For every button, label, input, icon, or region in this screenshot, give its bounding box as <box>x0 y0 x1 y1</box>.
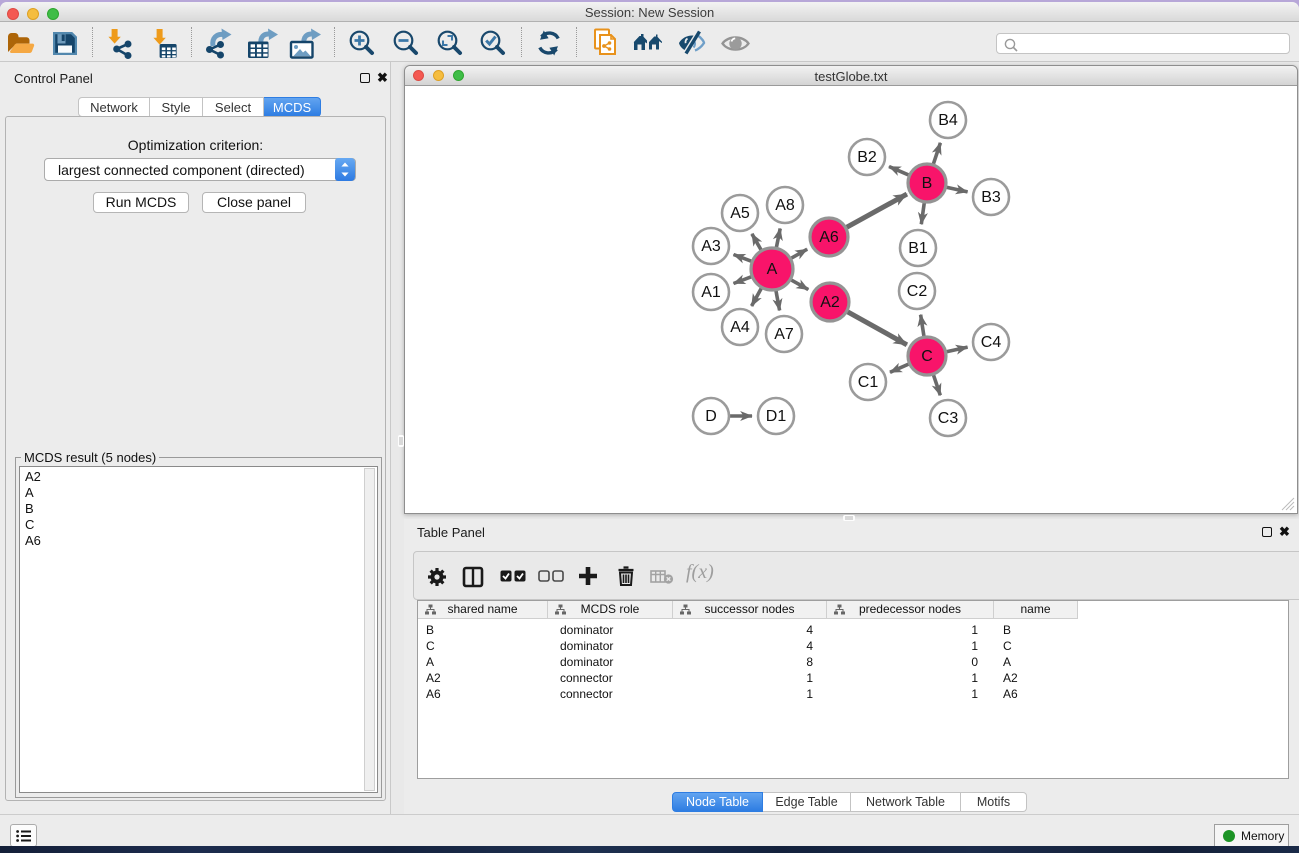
svg-text:D: D <box>705 408 717 425</box>
svg-text:B3: B3 <box>981 189 1001 206</box>
svg-text:A6: A6 <box>819 229 839 246</box>
svg-text:B2: B2 <box>857 149 877 166</box>
svg-text:A1: A1 <box>701 284 721 301</box>
svg-text:A8: A8 <box>775 197 795 214</box>
svg-text:A: A <box>767 261 778 278</box>
svg-text:A3: A3 <box>701 238 721 255</box>
svg-text:A4: A4 <box>730 319 750 336</box>
svg-text:C: C <box>921 348 933 365</box>
svg-text:D1: D1 <box>766 408 787 425</box>
svg-text:A7: A7 <box>774 326 794 343</box>
svg-text:B: B <box>922 175 933 192</box>
svg-text:C3: C3 <box>938 410 959 427</box>
svg-text:B1: B1 <box>908 240 928 257</box>
svg-text:B4: B4 <box>938 112 958 129</box>
svg-text:C4: C4 <box>981 334 1002 351</box>
svg-text:C2: C2 <box>907 283 928 300</box>
svg-text:A5: A5 <box>730 205 750 222</box>
svg-text:C1: C1 <box>858 374 879 391</box>
svg-text:A2: A2 <box>820 294 840 311</box>
